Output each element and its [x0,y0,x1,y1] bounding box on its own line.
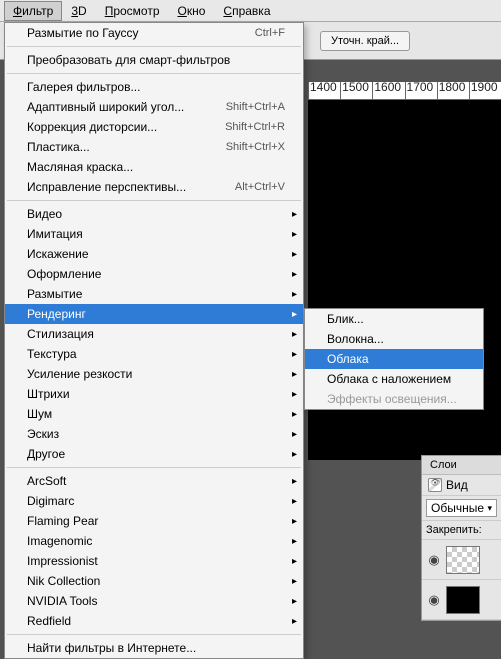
menu-item-vanishing-point[interactable]: Исправление перспективы...Alt+Ctrl+V [5,177,303,197]
blend-mode-select[interactable]: Обычные [422,496,501,521]
menubar: Фильтр 3D Просмотр Окно Справка [0,0,501,22]
menu-item-plugin-imagenomic[interactable]: Imagenomic [5,531,303,551]
menu-filter[interactable]: Фильтр [4,1,62,21]
menu-3d[interactable]: 3D [62,1,95,21]
visibility-toggle-icon[interactable]: ◉ [426,552,442,568]
menu-item-sketch[interactable]: Эскиз [5,424,303,444]
ruler-tick: 1600 [372,82,404,99]
menu-item-render[interactable]: Рендеринг [5,304,303,324]
render-submenu: Блик... Волокна... Облака Облака с налож… [304,308,484,410]
ruler-horizontal: 1400 1500 1600 1700 1800 1900 [308,82,501,100]
layers-panel-tab[interactable]: Слои [422,456,501,475]
menu-item-plugin-arcsoft[interactable]: ArcSoft [5,471,303,491]
submenu-item-fibers[interactable]: Волокна... [305,329,483,349]
menu-window[interactable]: Окно [169,1,215,21]
lock-label: Закрепить: [422,521,501,540]
layer-row[interactable]: ◉ [422,580,501,620]
menu-item-liquify[interactable]: Пластика...Shift+Ctrl+X [5,137,303,157]
ruler-tick: 1800 [437,82,469,99]
submenu-item-clouds[interactable]: Облака [305,349,483,369]
menu-item-oil-paint[interactable]: Масляная краска... [5,157,303,177]
filter-menu-dropdown: Размытие по ГауссуCtrl+F Преобразовать д… [4,22,304,659]
kind-filter-label: Вид [446,478,468,492]
layer-row[interactable]: ◉ [422,540,501,580]
menu-item-plugin-flaming-pear[interactable]: Flaming Pear [5,511,303,531]
layer-thumbnail[interactable] [446,546,480,574]
menu-item-video[interactable]: Видео [5,204,303,224]
menu-item-plugin-impressionist[interactable]: Impressionist [5,551,303,571]
menu-view[interactable]: Просмотр [96,1,169,21]
kind-filter-icon [428,478,442,492]
visibility-toggle-icon[interactable]: ◉ [426,592,442,608]
menu-item-brush-strokes[interactable]: Штрихи [5,384,303,404]
menu-item-stylize[interactable]: Стилизация [5,324,303,344]
menu-item-last-filter[interactable]: Размытие по ГауссуCtrl+F [5,23,303,43]
menu-item-blur[interactable]: Размытие [5,284,303,304]
menu-separator [7,73,301,74]
menu-help[interactable]: Справка [214,1,279,21]
ruler-tick: 1900 [469,82,501,99]
menu-separator [7,634,301,635]
menu-item-plugin-redfield[interactable]: Redfield [5,611,303,631]
menu-item-sharpen[interactable]: Усиление резкости [5,364,303,384]
ruler-tick: 1700 [405,82,437,99]
menu-item-lens-correction[interactable]: Коррекция дисторсии...Shift+Ctrl+R [5,117,303,137]
submenu-item-lens-flare[interactable]: Блик... [305,309,483,329]
menu-item-plugin-digimarc[interactable]: Digimarc [5,491,303,511]
refine-edge-button[interactable]: Уточн. край... [320,31,410,51]
menu-item-plugin-nik-collection[interactable]: Nik Collection [5,571,303,591]
submenu-item-difference-clouds[interactable]: Облака с наложением [305,369,483,389]
menu-item-noise[interactable]: Шум [5,404,303,424]
layers-filter-kind[interactable]: Вид [422,475,501,496]
menu-item-convert-smart[interactable]: Преобразовать для смарт-фильтров [5,50,303,70]
blend-mode-value: Обычные [431,501,484,515]
menu-separator [7,200,301,201]
menu-item-artistic[interactable]: Имитация [5,224,303,244]
menu-item-texture[interactable]: Текстура [5,344,303,364]
menu-item-stylize-design[interactable]: Оформление [5,264,303,284]
menu-item-distort[interactable]: Искажение [5,244,303,264]
menu-item-plugin-nvidia-tools[interactable]: NVIDIA Tools [5,591,303,611]
menu-item-adaptive-wide-angle[interactable]: Адаптивный широкий угол...Shift+Ctrl+A [5,97,303,117]
submenu-item-lighting-effects: Эффекты освещения... [305,389,483,409]
ruler-tick: 1500 [340,82,372,99]
menu-separator [7,467,301,468]
menu-separator [7,46,301,47]
menu-item-browse-filters-online[interactable]: Найти фильтры в Интернете... [5,638,303,658]
layers-panel: Слои Вид Обычные Закрепить: ◉ ◉ [421,455,501,621]
menu-item-filter-gallery[interactable]: Галерея фильтров... [5,77,303,97]
menu-item-other[interactable]: Другое [5,444,303,464]
layer-thumbnail[interactable] [446,586,480,614]
ruler-tick: 1400 [308,82,340,99]
